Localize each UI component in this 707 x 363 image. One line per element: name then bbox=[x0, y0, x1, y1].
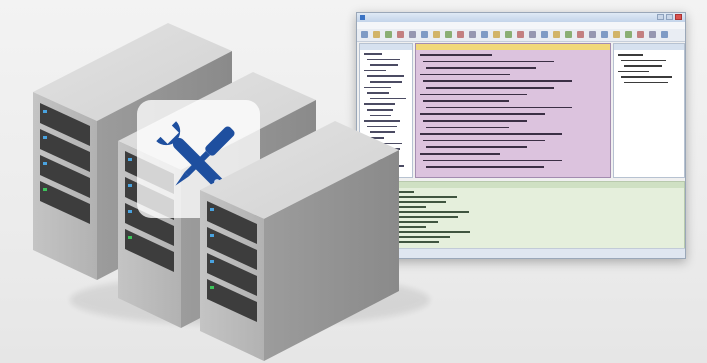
server-illustration bbox=[33, 23, 430, 361]
